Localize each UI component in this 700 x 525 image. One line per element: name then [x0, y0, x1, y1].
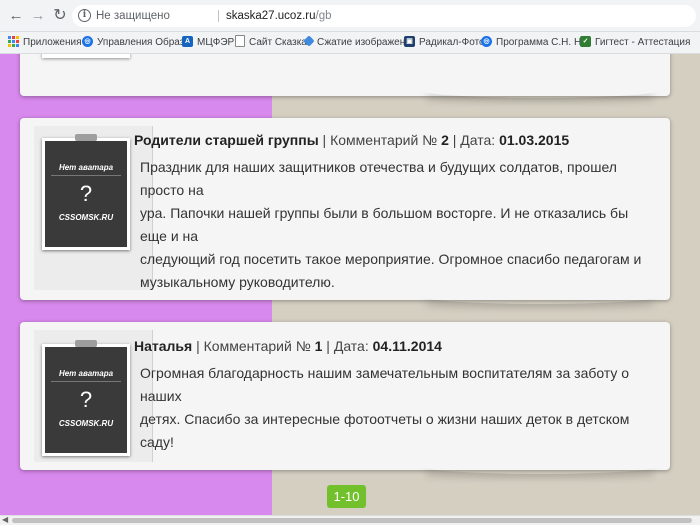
comment-card: Нет аватара ? CSSOMSK.RU Родители старше… — [20, 118, 670, 300]
comment-number-label: Комментарий № — [330, 132, 438, 148]
avatar-column: Нет аватара ? CSSOMSK.RU — [34, 126, 153, 290]
address-bar[interactable]: i Не защищено skaska27.ucoz.ru/gb — [72, 5, 696, 27]
bookmark-label: Программа С.Н. Ни — [496, 37, 587, 48]
avatar: Нет аватара ? CSSOMSK.RU — [42, 340, 130, 456]
globe-icon: ◎ — [82, 35, 93, 47]
bookmark-gigtest[interactable]: ✓ Гигтест - Аттестация — [580, 32, 690, 53]
comment-card: Нет аватара ? CSSOMSK.RU Наталья | Комме… — [20, 322, 670, 470]
comment-header: Родители старшей группы | Комментарий № … — [134, 132, 570, 148]
letter-a-icon: A — [182, 35, 193, 47]
shield-icon: ✓ — [580, 35, 591, 47]
scroll-left-icon[interactable]: ◀ — [2, 515, 8, 524]
url-path: /gb — [315, 10, 332, 22]
bookmark-education[interactable]: ◎ Управления Образо — [82, 32, 190, 53]
comment-line: ура. Папочки нашей группы были в большом… — [140, 205, 629, 244]
comment-author: Родители старшей группы — [134, 132, 319, 148]
no-avatar-text: Нет аватара — [58, 163, 114, 172]
comment-line: Праздник для наших защитников отечества … — [140, 159, 617, 198]
comment-date: 04.11.2014 — [372, 338, 442, 354]
url-host: skaska27.ucoz.ru — [226, 10, 316, 22]
bookmark-label: МЦФЭР — [197, 37, 235, 48]
avatar-divider — [51, 175, 121, 176]
bookmark-skazka[interactable]: Сайт Сказка — [235, 32, 307, 53]
back-arrow-icon[interactable]: ← — [6, 6, 26, 26]
avatar-divider — [51, 381, 121, 382]
avatar-bottom-edge — [42, 54, 130, 58]
date-label: Дата: — [460, 132, 496, 148]
info-icon[interactable]: i — [78, 9, 91, 22]
comment-text: Огромная благодарность нашим замечательн… — [140, 362, 650, 454]
date-label: Дата: — [333, 338, 369, 354]
comment-line: следующий год посетить такое мероприятие… — [140, 251, 642, 267]
bookmark-label: Управления Образо — [97, 37, 190, 48]
page-content: Нет аватара ? CSSOMSK.RU Родители старше… — [0, 54, 700, 515]
card-shadow — [420, 288, 660, 304]
address-separator — [218, 10, 219, 22]
no-avatar-text: Нет аватара — [58, 369, 114, 378]
security-label: Не защищено — [96, 10, 170, 22]
avatar: Нет аватара ? CSSOMSK.RU — [42, 134, 130, 250]
comment-number-label: Комментарий № — [203, 338, 311, 354]
apps-grid-icon — [8, 35, 19, 47]
forward-arrow-icon[interactable]: → — [28, 6, 48, 26]
question-mark-icon: ? — [79, 387, 93, 412]
comment-line: Огромная благодарность нашим замечательн… — [140, 365, 630, 404]
comment-number: 2 — [441, 132, 449, 148]
reload-icon[interactable]: ↻ — [50, 6, 70, 26]
bookmark-radikal[interactable]: ▣ Радикал-Фото — [404, 32, 485, 53]
browser-toolbar: ← → ↻ i Не защищено skaska27.ucoz.ru/gb — [0, 0, 700, 32]
bookmark-label: Радикал-Фото — [419, 37, 485, 48]
avatar-site-label: CSSOMSK.RU — [58, 213, 114, 222]
bookmark-label: Приложения — [23, 37, 82, 48]
globe-icon: ◎ — [481, 35, 492, 47]
bookmark-program[interactable]: ◎ Программа С.Н. Ни — [481, 32, 587, 53]
card-shadow — [420, 82, 660, 98]
diamond-icon — [303, 35, 315, 48]
question-mark-icon: ? — [79, 181, 93, 206]
comment-author: Наталья — [134, 338, 193, 354]
page-icon — [235, 35, 245, 48]
bookmarks-bar: Приложения ◎ Управления Образо A МЦФЭР Сай… — [0, 32, 700, 54]
bookmark-mcfer[interactable]: A МЦФЭР — [182, 32, 234, 53]
scrollbar-thumb[interactable] — [12, 518, 692, 523]
bookmark-label: Сжатие изображени — [317, 37, 411, 48]
bookmark-compress[interactable]: Сжатие изображени — [303, 32, 411, 53]
comment-line: детях. Спасибо за интересные фотоотчеты … — [140, 411, 630, 450]
comment-header: Наталья | Комментарий № 1 | Дата: 04.11.… — [134, 338, 442, 354]
comment-text: Праздник для наших защитников отечества … — [140, 156, 650, 294]
bookmark-apps[interactable]: Приложения — [8, 32, 82, 53]
avatar-site-label: CSSOMSK.RU — [58, 419, 114, 428]
comment-date: 01.03.2015 — [499, 132, 570, 148]
pagination-button[interactable]: 1-10 — [327, 485, 366, 508]
url-text[interactable]: skaska27.ucoz.ru/gb — [226, 5, 332, 27]
bookmark-label: Сайт Сказка — [249, 37, 307, 48]
horizontal-scrollbar[interactable]: ◀ — [0, 515, 700, 525]
pin-decor — [75, 340, 97, 347]
card-shadow — [420, 458, 660, 474]
pin-decor — [75, 134, 97, 141]
photo-icon: ▣ — [404, 35, 415, 47]
bookmark-label: Гигтест - Аттестация — [595, 37, 691, 48]
